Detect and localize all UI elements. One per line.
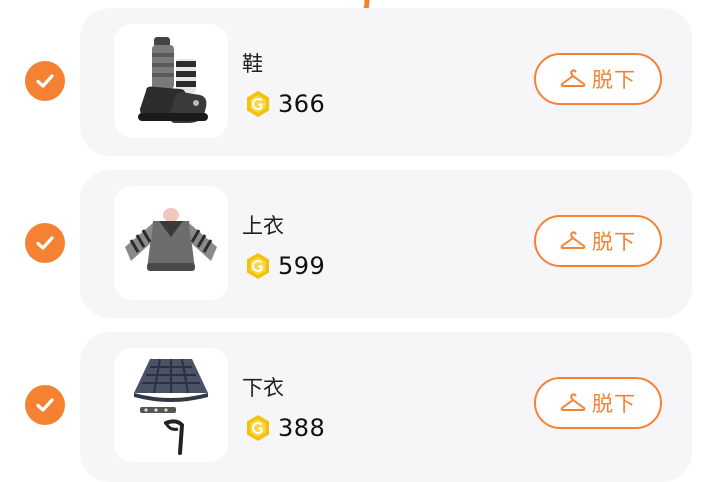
- coin-icon: [247, 91, 269, 117]
- item-thumbnail: [114, 348, 228, 462]
- check-icon[interactable]: [25, 223, 65, 263]
- price-value: 366: [278, 90, 326, 118]
- item-thumbnail: [114, 186, 228, 300]
- take-off-button[interactable]: 脱下: [534, 377, 662, 429]
- skirt-image: [134, 358, 208, 455]
- button-label: 脱下: [592, 392, 636, 416]
- coin-icon: [247, 253, 269, 279]
- check-icon[interactable]: [25, 61, 65, 101]
- take-off-button[interactable]: 脱下: [534, 215, 662, 267]
- check-icon[interactable]: [25, 385, 65, 425]
- item-name: 上衣: [242, 214, 284, 238]
- outfit-item-row: 下衣 388 脱下: [0, 332, 720, 482]
- hanger-icon: [560, 231, 586, 249]
- boots-image: [138, 37, 208, 123]
- take-off-button[interactable]: 脱下: [534, 53, 662, 105]
- hanger-icon: [560, 69, 586, 87]
- outfit-item-row: 上衣 599 脱下: [0, 170, 720, 318]
- price-value: 388: [278, 414, 326, 442]
- hanger-icon: [560, 393, 586, 411]
- top-image: [125, 208, 217, 271]
- price-value: 599: [278, 252, 326, 280]
- item-price: 388: [244, 414, 325, 442]
- item-price: 599: [244, 252, 325, 280]
- coin-icon: [247, 415, 269, 441]
- button-label: 脱下: [592, 230, 636, 254]
- outfit-item-row: 鞋 366 脱下: [0, 8, 720, 156]
- button-label: 脱下: [592, 68, 636, 92]
- item-price: 366: [244, 90, 325, 118]
- item-name: 下衣: [242, 376, 284, 400]
- item-thumbnail: [114, 24, 228, 138]
- item-name: 鞋: [242, 52, 263, 76]
